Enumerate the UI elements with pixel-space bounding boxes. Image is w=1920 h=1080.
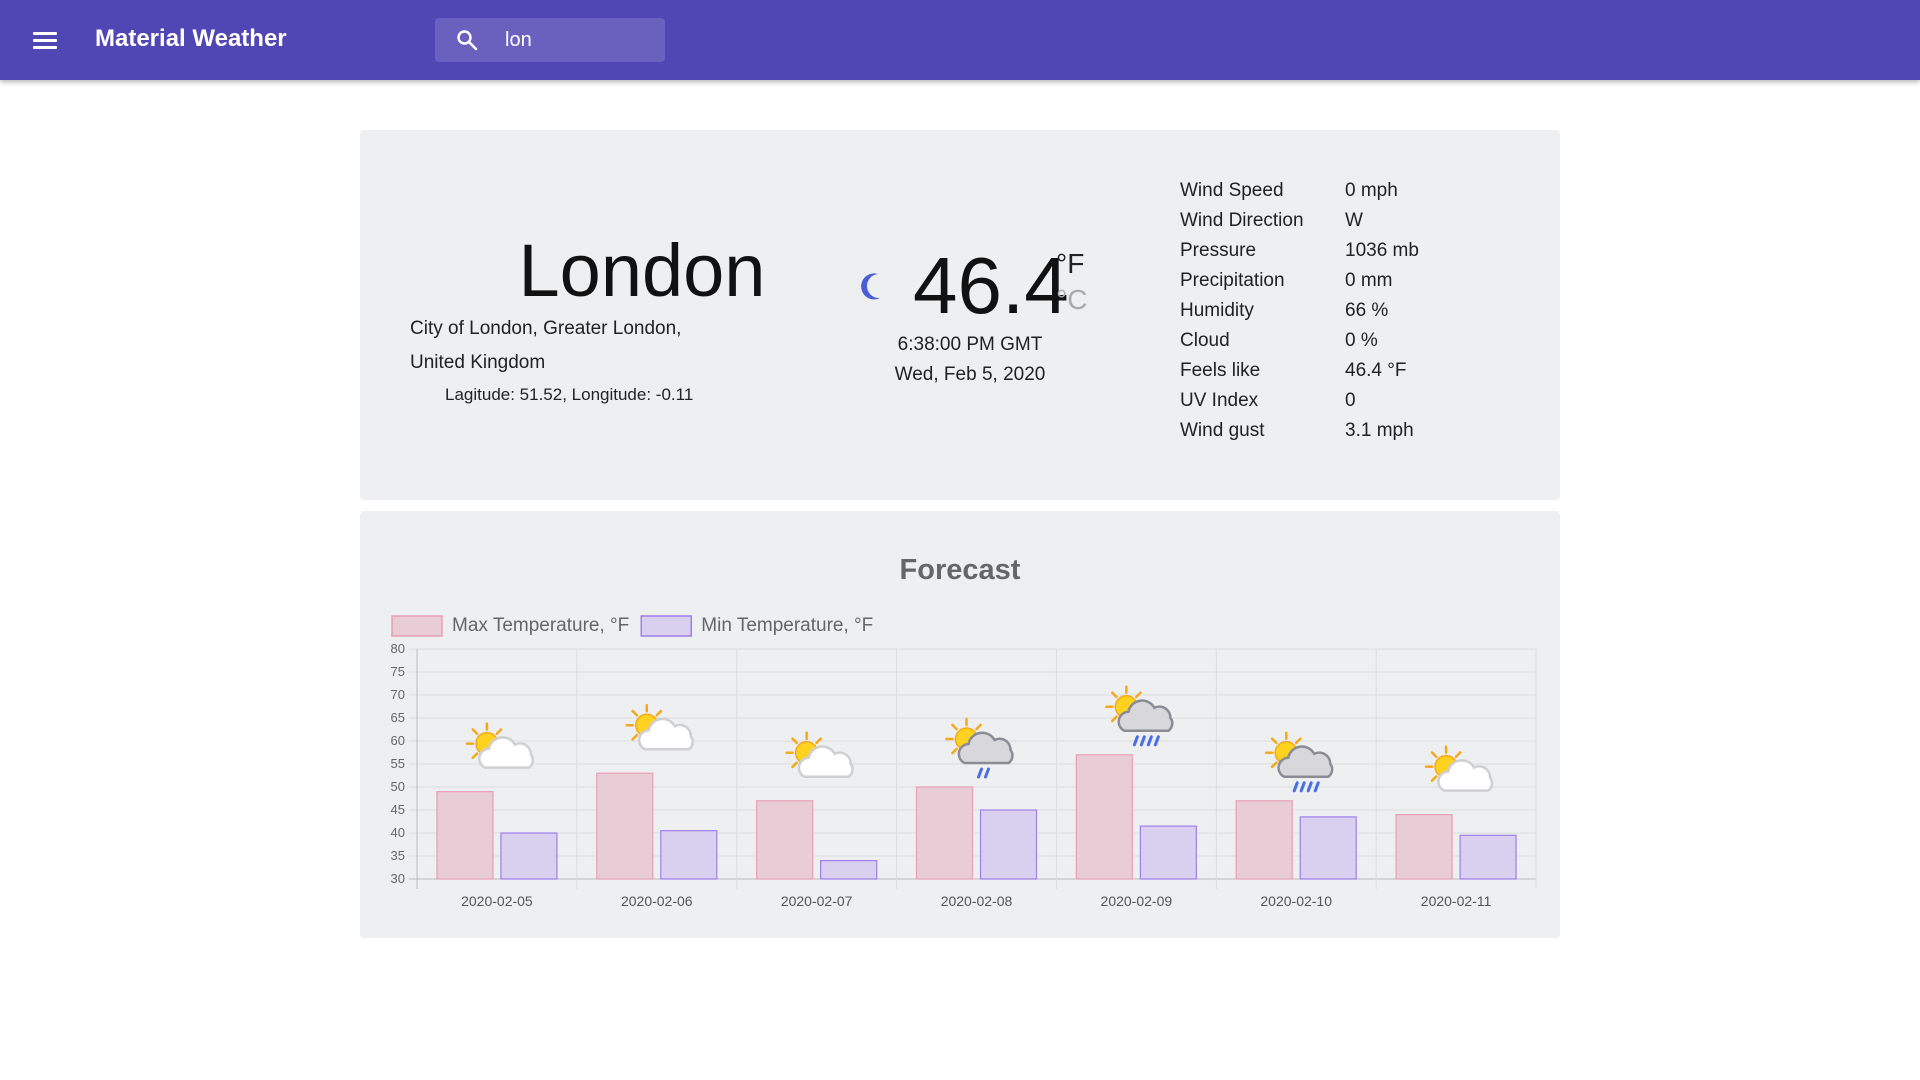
local-date: Wed, Feb 5, 2020: [894, 364, 1046, 385]
min-temp-bar: [1459, 834, 1517, 880]
min-temp-bar: [500, 832, 558, 880]
detail-uv-index: UV Index 0: [1180, 390, 1480, 420]
y-tick-label: 45: [391, 802, 405, 817]
x-tick-label: 2020-02-07: [781, 893, 853, 909]
x-tick-label: 2020-02-11: [1421, 893, 1492, 909]
y-tick-label: 70: [391, 687, 405, 702]
forecast-chart: 30 35 40 45 50 55 60 65 70 75 80 Max Temperature, °…: [391, 615, 1537, 909]
detail-value: 66 %: [1345, 300, 1389, 321]
partly-cloudy-icon: [1424, 745, 1494, 792]
x-tick-label: 2020-02-05: [461, 893, 533, 909]
legend-swatch: [391, 615, 443, 637]
legend-label: Max Temperature, °F: [452, 615, 629, 636]
y-tick-label: 30: [391, 871, 405, 886]
min-temp-bar: [660, 830, 718, 880]
y-tick-label: 80: [391, 641, 405, 656]
min-temp-bar: [1139, 825, 1197, 880]
max-temp-bar: [1235, 800, 1293, 880]
moon-icon: [861, 273, 880, 300]
max-temp-bar: [915, 786, 974, 880]
x-tick-label: 2020-02-06: [621, 893, 693, 909]
detail-pressure: Pressure 1036 mb: [1180, 240, 1480, 270]
detail-feels-like: Feels like 46.4 °F: [1180, 360, 1480, 390]
city-name: London: [518, 229, 766, 312]
detail-wind-direction: Wind Direction W: [1180, 210, 1480, 240]
detail-cloud: Cloud 0 %: [1180, 330, 1480, 360]
detail-value: 1036 mb: [1345, 240, 1419, 261]
app-bar: Material Weather: [0, 0, 1920, 80]
y-tick-label: 60: [391, 733, 405, 748]
light-rain-icon: [945, 717, 1014, 779]
max-temp-bar: [1395, 814, 1453, 880]
detail-label: Wind gust: [1180, 420, 1265, 441]
search-input[interactable]: [505, 18, 655, 62]
detail-wind-speed: Wind Speed 0 mph: [1180, 180, 1480, 210]
detail-value: 0 mm: [1345, 270, 1393, 291]
search-icon: [457, 30, 478, 51]
min-temp-bar: [820, 860, 878, 880]
x-tick-label: 2020-02-10: [1260, 893, 1332, 909]
app-title: Material Weather: [95, 25, 287, 52]
search-box[interactable]: [435, 18, 665, 62]
max-temp-bar: [436, 791, 494, 880]
coordinates: Lagitude: 51.52, Longitude: -0.11: [445, 385, 694, 404]
detail-value: 0 %: [1345, 330, 1378, 351]
detail-value: 3.1 mph: [1345, 420, 1414, 441]
y-tick-label: 40: [391, 825, 405, 840]
current-temperature: 46.4: [913, 241, 1069, 330]
x-tick-label: 2020-02-09: [1101, 893, 1173, 909]
partly-cloudy-icon: [785, 731, 854, 779]
y-tick-label: 35: [391, 848, 405, 863]
detail-value: W: [1345, 210, 1363, 231]
detail-label: Cloud: [1180, 330, 1230, 351]
detail-label: Humidity: [1180, 300, 1254, 321]
detail-label: Wind Speed: [1180, 180, 1284, 201]
unit-fahrenheit-toggle[interactable]: °F: [1056, 248, 1084, 280]
current-weather-card: London City of London, Greater London, U…: [360, 130, 1560, 500]
forecast-card: Forecast 30 35 40 45 50 55 60 65 70 75 80 Max Tempe…: [360, 511, 1560, 938]
legend-swatch: [640, 615, 693, 637]
detail-value: 0: [1345, 390, 1356, 411]
y-tick-label: 50: [391, 779, 405, 794]
legend-label: Min Temperature, °F: [701, 615, 873, 636]
y-tick-label: 55: [391, 756, 405, 771]
detail-label: Pressure: [1180, 240, 1257, 261]
partly-cloudy-icon: [465, 722, 535, 769]
y-tick-label: 65: [391, 710, 405, 725]
detail-value: 0 mph: [1345, 180, 1398, 201]
max-temp-bar: [756, 800, 814, 880]
detail-label: Feels like: [1180, 360, 1261, 381]
partly-cloudy-icon: [625, 703, 694, 751]
detail-wind-gust: Wind gust 3.1 mph: [1180, 420, 1480, 450]
max-temp-bar: [596, 772, 654, 880]
unit-celsius-toggle[interactable]: °C: [1056, 284, 1087, 316]
location-country: United Kingdom: [410, 352, 546, 373]
min-temp-bar: [979, 809, 1038, 880]
detail-label: Wind Direction: [1180, 210, 1304, 231]
local-time: 6:38:00 PM GMT: [897, 334, 1043, 355]
min-temp-bar: [1299, 816, 1357, 880]
max-temp-bar: [1075, 754, 1133, 880]
detail-humidity: Humidity 66 %: [1180, 300, 1480, 330]
detail-label: UV Index: [1180, 390, 1259, 411]
x-tick-label: 2020-02-08: [941, 893, 1013, 909]
detail-value: 46.4 °F: [1345, 360, 1407, 381]
y-tick-label: 75: [391, 664, 405, 679]
detail-label: Precipitation: [1180, 270, 1285, 291]
location-region: City of London, Greater London,: [410, 318, 682, 339]
menu-icon[interactable]: [28, 25, 62, 55]
detail-precipitation: Precipitation 0 mm: [1180, 270, 1480, 300]
